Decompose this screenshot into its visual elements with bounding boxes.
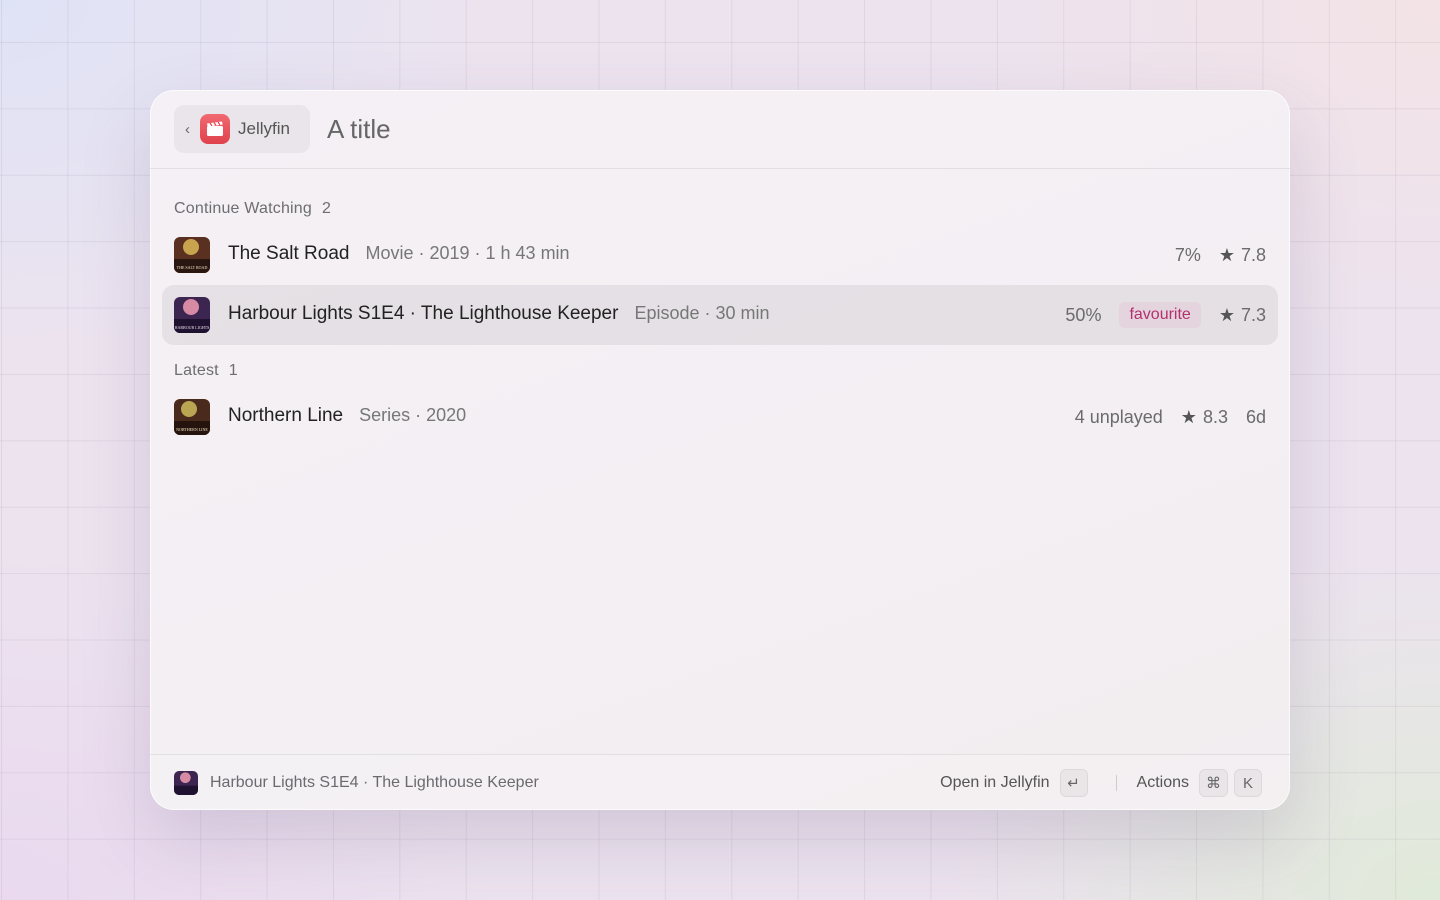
star-icon: ★: [1180, 406, 1197, 427]
unplayed-count: 4 unplayed: [1074, 406, 1163, 427]
section-label: Continue Watching: [174, 200, 312, 217]
item-subtitle: Episode · 30 min: [634, 303, 770, 323]
rating: ★ 8.3: [1181, 407, 1228, 428]
poster-text: HARBOUR LIGHTS: [175, 325, 210, 330]
header: ‹ Jellyfin A title: [150, 90, 1290, 169]
item-accessories: 4 unplayed ★ 8.3 6d: [1075, 387, 1266, 447]
progress-text: 7%: [1174, 244, 1201, 265]
item-title: The Salt Road: [228, 243, 350, 264]
date-added: 6d: [1245, 406, 1266, 427]
clapperboard-icon: [200, 114, 230, 144]
poster-thumbnail: HARBOUR LIGHTS: [174, 297, 210, 333]
rating: ★ 7.8: [1219, 245, 1266, 266]
back-button[interactable]: ‹ Jellyfin: [174, 105, 310, 153]
selected-item-title: Harbour Lights S1E4 · The Lighthouse Kee…: [210, 774, 539, 791]
list-item-salt-road[interactable]: THE SALT ROAD The Salt Road Movie · 2019 …: [162, 225, 1278, 285]
chevron-left-icon: ‹: [185, 120, 190, 138]
section-count: 1: [228, 362, 238, 379]
selected-poster-thumbnail: [174, 771, 198, 795]
tag-label: favourite: [1119, 302, 1201, 328]
return-key-icon: ↵: [1059, 769, 1088, 797]
star-icon: ★: [1218, 304, 1235, 325]
section-count: 2: [322, 200, 332, 217]
item-accessories: 50% favourite ★ 7.3: [1065, 285, 1266, 345]
rating: ★ 7.3: [1219, 305, 1266, 326]
poster-text: THE SALT ROAD: [177, 265, 208, 270]
rating-value: 7.8: [1240, 244, 1266, 265]
star-icon: ★: [1218, 244, 1235, 265]
poster-thumbnail: THE SALT ROAD: [174, 237, 210, 273]
action-bar: Harbour Lights S1E4 · The Lighthouse Kee…: [150, 754, 1290, 810]
list-item-northern-line[interactable]: NORTHERN LINE Northern Line Series · 2020…: [162, 387, 1278, 447]
item-title-line: Harbour Lights S1E4 · The Lighthouse Kee…: [228, 303, 770, 325]
item-title-line: The Salt Road Movie · 2019 · 1 h 43 min: [228, 243, 570, 265]
open-in-jellyfin-button[interactable]: Open in Jellyfin: [940, 774, 1049, 792]
tag-favourite: favourite: [1119, 302, 1201, 328]
page-title[interactable]: A title: [327, 114, 391, 145]
progress-text: 50%: [1065, 304, 1102, 325]
footer-actions: Open in Jellyfin ↵ Actions ⌘ K: [940, 755, 1262, 810]
poster-text: NORTHERN LINE: [176, 427, 208, 432]
back-button-label: Jellyfin: [238, 119, 290, 138]
command-key-icon: ⌘: [1199, 769, 1228, 797]
item-title: Northern Line: [228, 405, 344, 426]
item-subtitle: Movie · 2019 · 1 h 43 min: [365, 243, 570, 263]
actions-button[interactable]: Actions: [1137, 774, 1189, 792]
divider: [1115, 775, 1117, 791]
rating-value: 7.3: [1240, 304, 1266, 325]
list-item-harbour-lights[interactable]: HARBOUR LIGHTS Harbour Lights S1E4 · The…: [162, 285, 1278, 345]
item-accessories: 7% ★ 7.8: [1175, 225, 1266, 285]
item-subtitle: Series · 2020: [359, 405, 467, 425]
k-key: K: [1234, 769, 1262, 797]
launcher-window: ‹ Jellyfin A title Continue Watching 2 TH…: [150, 90, 1290, 810]
section-label: Latest: [174, 362, 219, 379]
item-title-line: Northern Line Series · 2020: [228, 405, 466, 427]
poster-thumbnail: NORTHERN LINE: [174, 399, 210, 435]
rating-value: 8.3: [1202, 406, 1228, 427]
section-header-latest: Latest 1: [174, 362, 238, 380]
item-title: Harbour Lights S1E4 · The Lighthouse Kee…: [228, 303, 619, 324]
section-header-continue-watching: Continue Watching 2: [174, 200, 331, 218]
